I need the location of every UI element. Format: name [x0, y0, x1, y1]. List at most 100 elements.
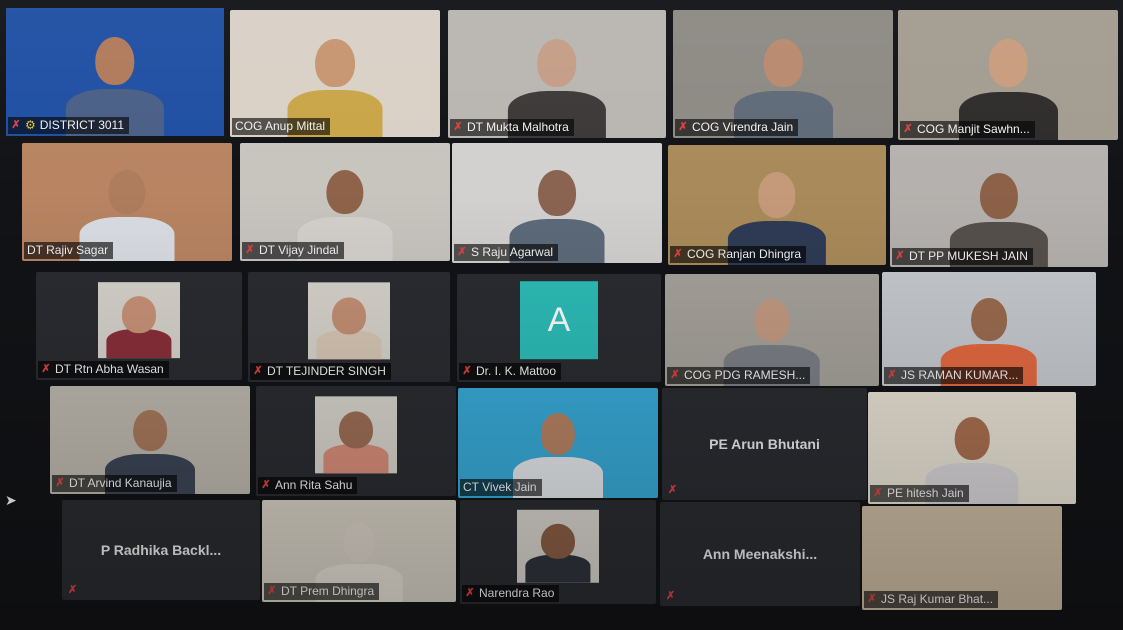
participant-tile-ann-meenakshi[interactable]: Ann Meenakshi... ✗ — [660, 502, 860, 606]
profile-photo — [315, 396, 397, 474]
participant-name-tag: ✗ JS Raj Kumar Bhat... — [864, 591, 999, 608]
participant-name-tag: ✗ PE hitesh Jain — [870, 485, 969, 502]
participant-name: DT PP MUKESH JAIN — [909, 249, 1028, 263]
participant-tile-cog-manjit-sawhn[interactable]: ✗ COG Manjit Sawhn... — [898, 10, 1118, 140]
participant-tile-ann-rita-sahu[interactable]: ✗ Ann Rita Sahu — [256, 386, 456, 496]
participant-name-tag: ✗ DT Arvind Kanaujia — [52, 475, 177, 492]
mouse-pointer-icon: ➤ — [5, 492, 17, 508]
participant-tile-cog-anup-mittal[interactable]: COG Anup Mittal — [230, 10, 440, 137]
participant-tile-cog-ranjan-dhingra[interactable]: ✗ COG Ranjan Dhingra — [668, 145, 886, 265]
mic-muted-icon: ✗ — [666, 590, 676, 602]
participant-name: DT Rajiv Sagar — [27, 243, 109, 257]
mic-muted-icon: ✗ — [453, 121, 463, 133]
participant-tile-dt-pp-mukesh-jain[interactable]: ✗ DT PP MUKESH JAIN — [890, 145, 1108, 267]
participant-name: P Radhika Backl... — [100, 542, 222, 558]
mic-muted-icon: ✗ — [668, 484, 678, 496]
mic-muted-icon: ✗ — [873, 487, 883, 499]
mic-muted-icon: ✗ — [867, 593, 877, 605]
participant-name-tag: ✗ COG Manjit Sawhn... — [900, 121, 1035, 138]
participant-name: S Raju Agarwal — [471, 245, 554, 259]
participant-name: DISTRICT 3011 — [39, 118, 125, 132]
mic-muted-icon: ✗ — [457, 246, 467, 258]
participant-name: COG PDG RAMESH... — [684, 368, 806, 382]
participant-name: COG Anup Mittal — [235, 119, 326, 133]
mic-muted-icon: ✗ — [41, 363, 51, 375]
participant-name-tag: ✗ DT Rtn Abha Wasan — [38, 361, 169, 378]
participant-name-tag: ✗ Narendra Rao — [462, 585, 560, 602]
participant-name-tag: ✗ DT TEJINDER SINGH — [250, 363, 391, 380]
participant-name: Ann Rita Sahu — [275, 478, 353, 492]
participant-tile-js-raman-kumar[interactable]: ✗ JS RAMAN KUMAR... — [882, 272, 1096, 386]
initial-avatar: A — [520, 281, 598, 360]
participant-name: DT Vijay Jindal — [259, 243, 339, 257]
participant-name-tag: DT Rajiv Sagar — [24, 242, 114, 259]
mic-muted-icon: ✗ — [465, 587, 475, 599]
mic-muted-icon: ✗ — [267, 585, 277, 597]
participant-name-tag: ✗ COG PDG RAMESH... — [667, 367, 811, 384]
profile-photo — [308, 282, 390, 360]
participant-tile-pe-arun-bhutani[interactable]: PE Arun Bhutani ✗ — [662, 388, 867, 500]
participant-name: DT TEJINDER SINGH — [267, 364, 386, 378]
participant-name: CT Vivek Jain — [463, 480, 537, 494]
mic-muted-icon: ✗ — [895, 250, 905, 262]
participant-tile-dt-vijay-jindal[interactable]: ✗ DT Vijay Jindal — [240, 143, 450, 261]
participant-name-tag: ✗ DT Mukta Malhotra — [450, 119, 574, 136]
participant-name: DT Rtn Abha Wasan — [55, 362, 164, 376]
participant-tile-dt-rajiv-sagar[interactable]: DT Rajiv Sagar — [22, 143, 232, 261]
participant-name-tag: ✗ JS RAMAN KUMAR... — [884, 367, 1024, 384]
mic-muted-icon: ✗ — [11, 119, 21, 131]
participant-tile-js-raj-kumar-bhat[interactable]: ✗ JS Raj Kumar Bhat... — [862, 506, 1062, 610]
participant-tile-cog-virendra-jain[interactable]: ✗ COG Virendra Jain — [673, 10, 893, 138]
participant-name: COG Virendra Jain — [692, 120, 794, 134]
participant-tile-dt-mukta-malhotra[interactable]: ✗ DT Mukta Malhotra — [448, 10, 666, 138]
participant-name: Ann Meenakshi... — [702, 546, 818, 562]
participant-tile-ct-vivek-jain[interactable]: CT Vivek Jain — [458, 388, 658, 498]
mic-muted-icon: ✗ — [903, 123, 913, 135]
participant-name: COG Ranjan Dhingra — [687, 247, 802, 261]
profile-photo — [517, 509, 599, 583]
participant-name: COG Manjit Sawhn... — [917, 122, 1030, 136]
participant-tile-dt-rtn-abha-wasan[interactable]: ✗ DT Rtn Abha Wasan — [36, 272, 242, 380]
mic-muted-icon: ✗ — [68, 584, 78, 596]
participant-name-tag: COG Anup Mittal — [232, 118, 331, 135]
participant-name-tag: ✗ ⚙ DISTRICT 3011 — [8, 117, 130, 134]
mic-muted-icon: ✗ — [55, 477, 65, 489]
participant-tile-cog-pdg-ramesh[interactable]: ✗ COG PDG RAMESH... — [665, 274, 879, 386]
participant-tile-dt-tejinder-singh[interactable]: ✗ DT TEJINDER SINGH — [248, 272, 450, 382]
participant-name-tag: ✗ COG Virendra Jain — [675, 119, 799, 136]
gallery-view: ✗ ⚙ DISTRICT 3011 COG Anup Mittal ✗ DT Mukta … — [0, 0, 1123, 630]
participant-name-tag: ✗ COG Ranjan Dhingra — [670, 246, 807, 263]
mic-muted-icon: ✗ — [253, 365, 263, 377]
participant-tile-pe-hitesh-jain[interactable]: ✗ PE hitesh Jain — [868, 392, 1076, 504]
participant-name-tag: ✗ S Raju Agarwal — [454, 244, 559, 261]
participant-tile-dt-arvind-kanaujia[interactable]: ✗ DT Arvind Kanaujia — [50, 386, 250, 494]
participant-name: Narendra Rao — [479, 586, 555, 600]
mic-muted-icon: ✗ — [887, 369, 897, 381]
participant-name: DT Mukta Malhotra — [467, 120, 569, 134]
mic-muted-icon: ✗ — [673, 248, 683, 260]
participant-name: PE Arun Bhutani — [709, 436, 820, 452]
mic-muted-icon: ✗ — [678, 121, 688, 133]
participant-tile-s-raju-agarwal[interactable]: ✗ S Raju Agarwal — [452, 143, 662, 263]
rotary-wheel-icon: ⚙ — [25, 118, 36, 132]
participant-name-tag: ✗ Ann Rita Sahu — [258, 477, 358, 494]
participant-name: Dr. I. K. Mattoo — [476, 364, 557, 378]
participant-tile-district-3011[interactable]: ✗ ⚙ DISTRICT 3011 — [6, 8, 224, 136]
mic-muted-icon: ✗ — [261, 479, 271, 491]
mic-muted-icon: ✗ — [670, 369, 680, 381]
participant-tile-narendra-rao[interactable]: ✗ Narendra Rao — [460, 500, 656, 604]
participant-name-tag: ✗ DT Vijay Jindal — [242, 242, 344, 259]
participant-name: JS Raj Kumar Bhat... — [881, 592, 994, 606]
participant-tile-dt-prem-dhingra[interactable]: ✗ DT Prem Dhingra — [262, 500, 456, 602]
participant-name-tag: ✗ Dr. I. K. Mattoo — [459, 363, 562, 380]
mic-muted-icon: ✗ — [462, 365, 472, 377]
participant-name-tag: ✗ DT Prem Dhingra — [264, 583, 380, 600]
participant-name: PE hitesh Jain — [887, 486, 964, 500]
participant-name: JS RAMAN KUMAR... — [901, 368, 1019, 382]
mic-muted-icon: ✗ — [245, 244, 255, 256]
participant-name-tag: CT Vivek Jain — [460, 479, 542, 496]
participant-name: DT Arvind Kanaujia — [69, 476, 172, 490]
participant-tile-p-radhika-backl[interactable]: P Radhika Backl... ✗ — [62, 500, 260, 600]
participant-name-tag: ✗ DT PP MUKESH JAIN — [892, 248, 1033, 265]
participant-tile-dr-i-k-mattoo[interactable]: A ✗ Dr. I. K. Mattoo — [457, 274, 661, 382]
